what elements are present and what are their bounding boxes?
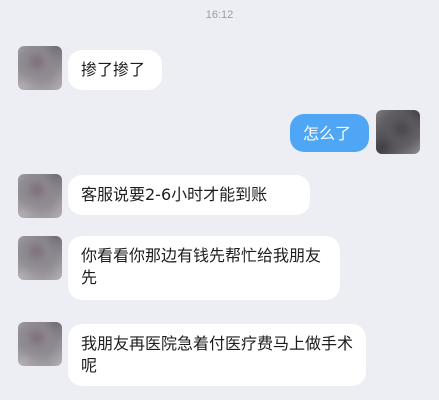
blurred-avatar-image <box>18 46 62 90</box>
message-text: 怎么了 <box>303 124 352 143</box>
message-text: 你看看你那边有钱先帮忙给我朋友先 <box>81 246 322 287</box>
my-avatar[interactable] <box>376 110 420 154</box>
contact-avatar[interactable] <box>18 236 62 280</box>
incoming-message-bubble[interactable]: 掺了掺了 <box>68 50 162 90</box>
blurred-avatar-image <box>18 236 62 280</box>
message-timestamp: 16:12 <box>205 9 234 21</box>
outgoing-message-bubble[interactable]: 怎么了 <box>290 114 369 152</box>
blurred-avatar-image <box>18 174 62 218</box>
incoming-message-bubble[interactable]: 你看看你那边有钱先帮忙给我朋友先 <box>68 236 340 300</box>
blurred-avatar-image <box>18 322 62 366</box>
chat-window: 16:12 掺了掺了 怎么了 客服说要2-6小时才能到账 你看看你那边有钱先帮忙… <box>0 0 439 400</box>
blurred-avatar-image <box>376 110 420 154</box>
message-text: 掺了掺了 <box>81 60 146 79</box>
message-text: 客服说要2-6小时才能到账 <box>81 185 268 204</box>
message-text: 我朋友再医院急着付医疗费马上做手术呢 <box>81 334 354 375</box>
contact-avatar[interactable] <box>18 322 62 366</box>
contact-avatar[interactable] <box>18 174 62 218</box>
incoming-message-bubble[interactable]: 我朋友再医院急着付医疗费马上做手术呢 <box>68 324 366 386</box>
contact-avatar[interactable] <box>18 46 62 90</box>
incoming-message-bubble[interactable]: 客服说要2-6小时才能到账 <box>68 175 310 215</box>
